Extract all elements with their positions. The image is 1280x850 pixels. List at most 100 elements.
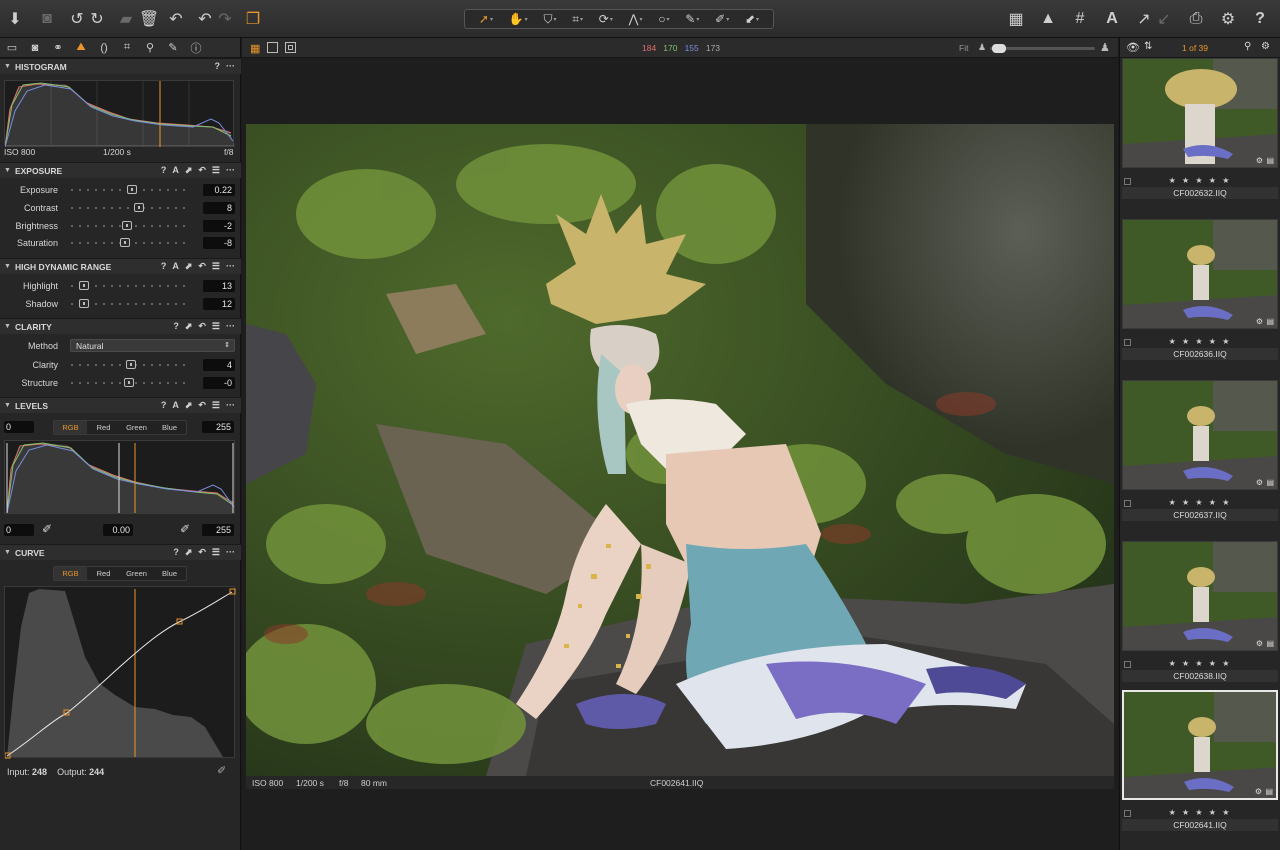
zoom-out-icon[interactable]: ♟ <box>978 42 986 53</box>
collapse-triangle-icon[interactable]: ▼ <box>4 263 11 270</box>
levels-output-high[interactable]: 255 <box>202 524 234 536</box>
lens-tab-icon[interactable]: () <box>95 39 113 57</box>
metadata-tab-icon[interactable]: ⓘ <box>187 39 205 57</box>
undo-all-icon[interactable]: ↶ <box>166 9 186 29</box>
loupe-tool-icon[interactable]: ⛉ ▾ <box>543 12 556 27</box>
print-icon[interactable]: ⎙ <box>1186 9 1206 29</box>
copy-icon[interactable]: ⬈ <box>185 321 193 332</box>
gear-icon[interactable]: ⚙ <box>1255 787 1262 796</box>
presets-icon[interactable]: ☰ <box>212 261 220 272</box>
select-tool-icon[interactable]: ➚ ▾ <box>479 12 493 26</box>
auto-icon[interactable]: A <box>172 400 179 411</box>
camera-icon[interactable]: ◙ <box>37 9 57 29</box>
presets-icon[interactable]: ☰ <box>212 165 220 176</box>
help-icon[interactable]: ? <box>161 400 167 411</box>
rating-stars[interactable]: ★ ★ ★ ★ ★ <box>1120 176 1280 186</box>
multi-view-icon[interactable]: ▦ <box>250 42 260 55</box>
undo-icon[interactable]: ↶ <box>195 9 215 29</box>
help-icon[interactable]: ? <box>173 547 179 558</box>
saturation-value-field[interactable]: -8 <box>203 237 235 249</box>
hdr-header[interactable]: ▼ HIGH DYNAMIC RANGE ? A ⬈ ↶ ☰ ··· <box>0 258 241 274</box>
presets-icon[interactable]: ☰ <box>212 400 220 411</box>
single-view-icon[interactable] <box>267 42 278 53</box>
contrast-value-field[interactable]: 8 <box>203 202 235 214</box>
levels-midpoint[interactable]: 0.00 <box>103 524 133 536</box>
contrast-slider-knob[interactable] <box>134 203 144 212</box>
channel-green[interactable]: Green <box>120 567 153 580</box>
main-image[interactable] <box>246 124 1114 776</box>
clarity-value-field[interactable]: 4 <box>203 359 235 371</box>
spot-tool-icon[interactable]: ○ ▾ <box>658 12 669 26</box>
zoom-in-icon[interactable]: ♟ <box>1100 41 1110 54</box>
channel-red[interactable]: Red <box>87 567 120 580</box>
capture-tab-icon[interactable]: ◙ <box>26 39 44 57</box>
fullscreen-view-icon[interactable] <box>285 42 296 53</box>
curve-picker-icon[interactable]: ✐ <box>217 764 226 777</box>
channel-rgb[interactable]: RGB <box>54 567 87 580</box>
more-icon[interactable]: ··· <box>226 321 235 332</box>
gear-icon[interactable]: ⚙ <box>1256 639 1263 648</box>
info-icon[interactable]: ▤ <box>1266 317 1274 326</box>
help-icon[interactable]: ? <box>173 321 179 332</box>
collapse-triangle-icon[interactable]: ▼ <box>4 167 11 174</box>
curve-editor[interactable] <box>4 586 236 759</box>
rotate-left-icon[interactable]: ↺ <box>67 9 87 29</box>
exposure-header[interactable]: ▼ EXPOSURE ? A ⬈ ↶ ☰ ··· <box>0 162 241 178</box>
thumbnail[interactable]: ⚙ ▤ <box>1122 219 1278 329</box>
reset-icon[interactable]: ↶ <box>198 165 206 176</box>
method-select[interactable]: Natural ⇕ <box>70 339 235 352</box>
help-icon[interactable]: ? <box>161 261 167 272</box>
shadow-slider-knob[interactable] <box>79 299 89 308</box>
channel-red[interactable]: Red <box>87 421 120 434</box>
thumbnail[interactable]: ⚙ ▤ <box>1122 541 1278 651</box>
rating-stars[interactable]: ★ ★ ★ ★ ★ <box>1120 808 1280 818</box>
reset-icon[interactable]: ↶ <box>198 321 206 332</box>
highlight-slider-knob[interactable] <box>79 281 89 290</box>
brightness-slider-knob[interactable] <box>122 221 132 230</box>
grid-view-icon[interactable]: ▦ <box>1006 9 1026 29</box>
help-icon[interactable]: ? <box>1250 9 1270 29</box>
exposure-tab-icon[interactable]: ⛰ <box>72 39 90 57</box>
copy-icon[interactable]: ⬈ <box>185 400 193 411</box>
thumbnail[interactable]: ⚙ ▤ <box>1122 58 1278 168</box>
rating-stars[interactable]: ★ ★ ★ ★ ★ <box>1120 498 1280 508</box>
redo-icon[interactable]: ↷ <box>215 9 235 29</box>
picker-tool-icon[interactable]: ✐ ▾ <box>715 12 729 26</box>
curve-header[interactable]: ▼ CURVE ? ⬈ ↶ ☰ ··· <box>0 544 241 560</box>
crop-tool-icon[interactable]: ⌗ ▾ <box>572 12 583 27</box>
channel-rgb[interactable]: RGB <box>54 421 87 434</box>
channel-green[interactable]: Green <box>120 421 153 434</box>
levels-header[interactable]: ▼ LEVELS ? A ⬈ ↶ ☰ ··· <box>0 397 241 413</box>
eye-icon[interactable]: 👁 <box>1126 41 1140 54</box>
structure-value-field[interactable]: -0 <box>203 377 235 389</box>
highlight-value-field[interactable]: 13 <box>203 280 235 292</box>
saturation-slider-knob[interactable] <box>120 238 130 247</box>
reset-icon[interactable]: ↶ <box>198 400 206 411</box>
crop-tab-icon[interactable]: ⌗ <box>118 39 136 57</box>
auto-icon[interactable]: A <box>172 261 179 272</box>
warning-icon[interactable]: ▲ <box>1038 9 1058 29</box>
clarity-header[interactable]: ▼ CLARITY ? ⬈ ↶ ☰ ··· <box>0 318 241 334</box>
white-point-picker-icon[interactable]: ✐ <box>180 522 190 536</box>
collapse-triangle-icon[interactable]: ▼ <box>4 549 11 556</box>
rotate-right-icon[interactable]: ↻ <box>87 9 107 29</box>
collapse-triangle-icon[interactable]: ▼ <box>4 63 11 70</box>
import-icon[interactable]: ⬇ <box>5 9 25 29</box>
brush-tool-icon[interactable]: ✎ ▾ <box>685 12 699 26</box>
folder-icon[interactable]: ▰ <box>116 9 136 29</box>
keystone-tool-icon[interactable]: ⋀ ▾ <box>629 12 643 26</box>
exposure-value-field[interactable]: 0.22 <box>203 184 235 196</box>
info-icon[interactable]: ▤ <box>1266 639 1274 648</box>
brightness-value-field[interactable]: -2 <box>203 220 235 232</box>
collapse-triangle-icon[interactable]: ▼ <box>4 402 11 409</box>
exposure-slider-knob[interactable] <box>127 185 137 194</box>
more-icon[interactable]: ··· <box>226 165 235 176</box>
help-icon[interactable]: ? <box>161 165 167 176</box>
more-icon[interactable]: ··· <box>226 261 235 272</box>
copy-adjustments-icon[interactable]: ↗ <box>1134 9 1154 29</box>
help-icon[interactable]: ? <box>215 61 221 71</box>
rating-stars[interactable]: ★ ★ ★ ★ ★ <box>1120 659 1280 669</box>
apply-adjustments-icon[interactable]: ↙ <box>1154 9 1174 29</box>
thumbnail[interactable]: ⚙ ▤ <box>1122 380 1278 490</box>
library-tab-icon[interactable]: ▭ <box>3 39 21 57</box>
